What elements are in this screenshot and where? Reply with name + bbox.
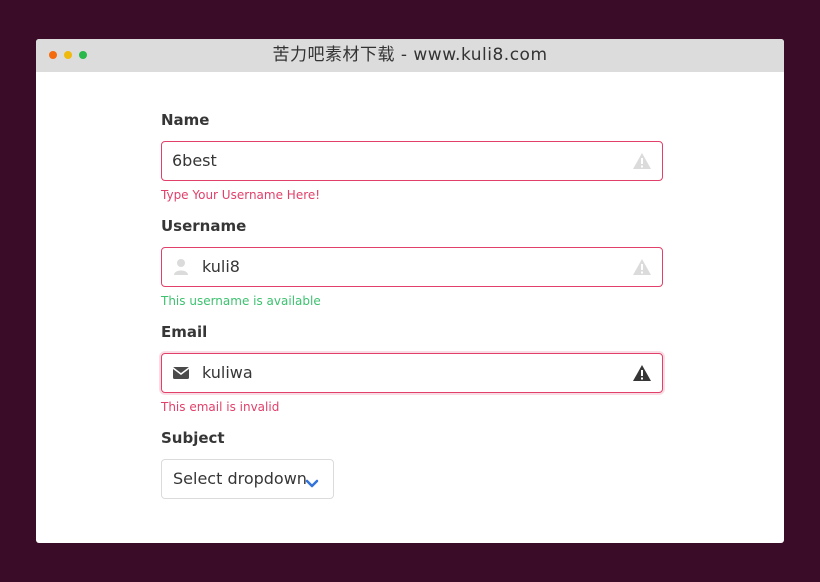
envelope-icon: [172, 364, 190, 382]
email-field[interactable]: kuliwa: [161, 353, 663, 393]
window-title: 苦力吧素材下载 - www.kuli8.com: [272, 45, 548, 65]
name-help: Type Your Username Here!: [161, 188, 321, 202]
user-icon: [172, 258, 190, 276]
username-label: Username: [161, 217, 247, 235]
name-input-value[interactable]: 6best: [172, 142, 217, 180]
email-help: This email is invalid: [161, 400, 280, 414]
browser-window: 苦力吧素材下载 - www.kuli8.com Name 6best Type …: [36, 39, 784, 543]
warning-icon: [632, 258, 652, 276]
warning-icon: [632, 152, 652, 170]
warning-icon: [632, 364, 652, 382]
username-field[interactable]: kuli8: [161, 247, 663, 287]
username-help: This username is available: [161, 294, 321, 308]
name-field[interactable]: 6best: [161, 141, 663, 181]
username-input-value[interactable]: kuli8: [202, 248, 240, 286]
subject-selected: Select dropdown: [173, 469, 307, 488]
subject-select[interactable]: Select dropdown: [161, 459, 334, 499]
title-bar: 苦力吧素材下载 - www.kuli8.com: [36, 39, 784, 72]
subject-label: Subject: [161, 429, 225, 447]
chevron-down-icon: [305, 474, 319, 488]
email-input-value[interactable]: kuliwa: [202, 354, 253, 392]
name-label: Name: [161, 111, 210, 129]
email-label: Email: [161, 323, 208, 341]
